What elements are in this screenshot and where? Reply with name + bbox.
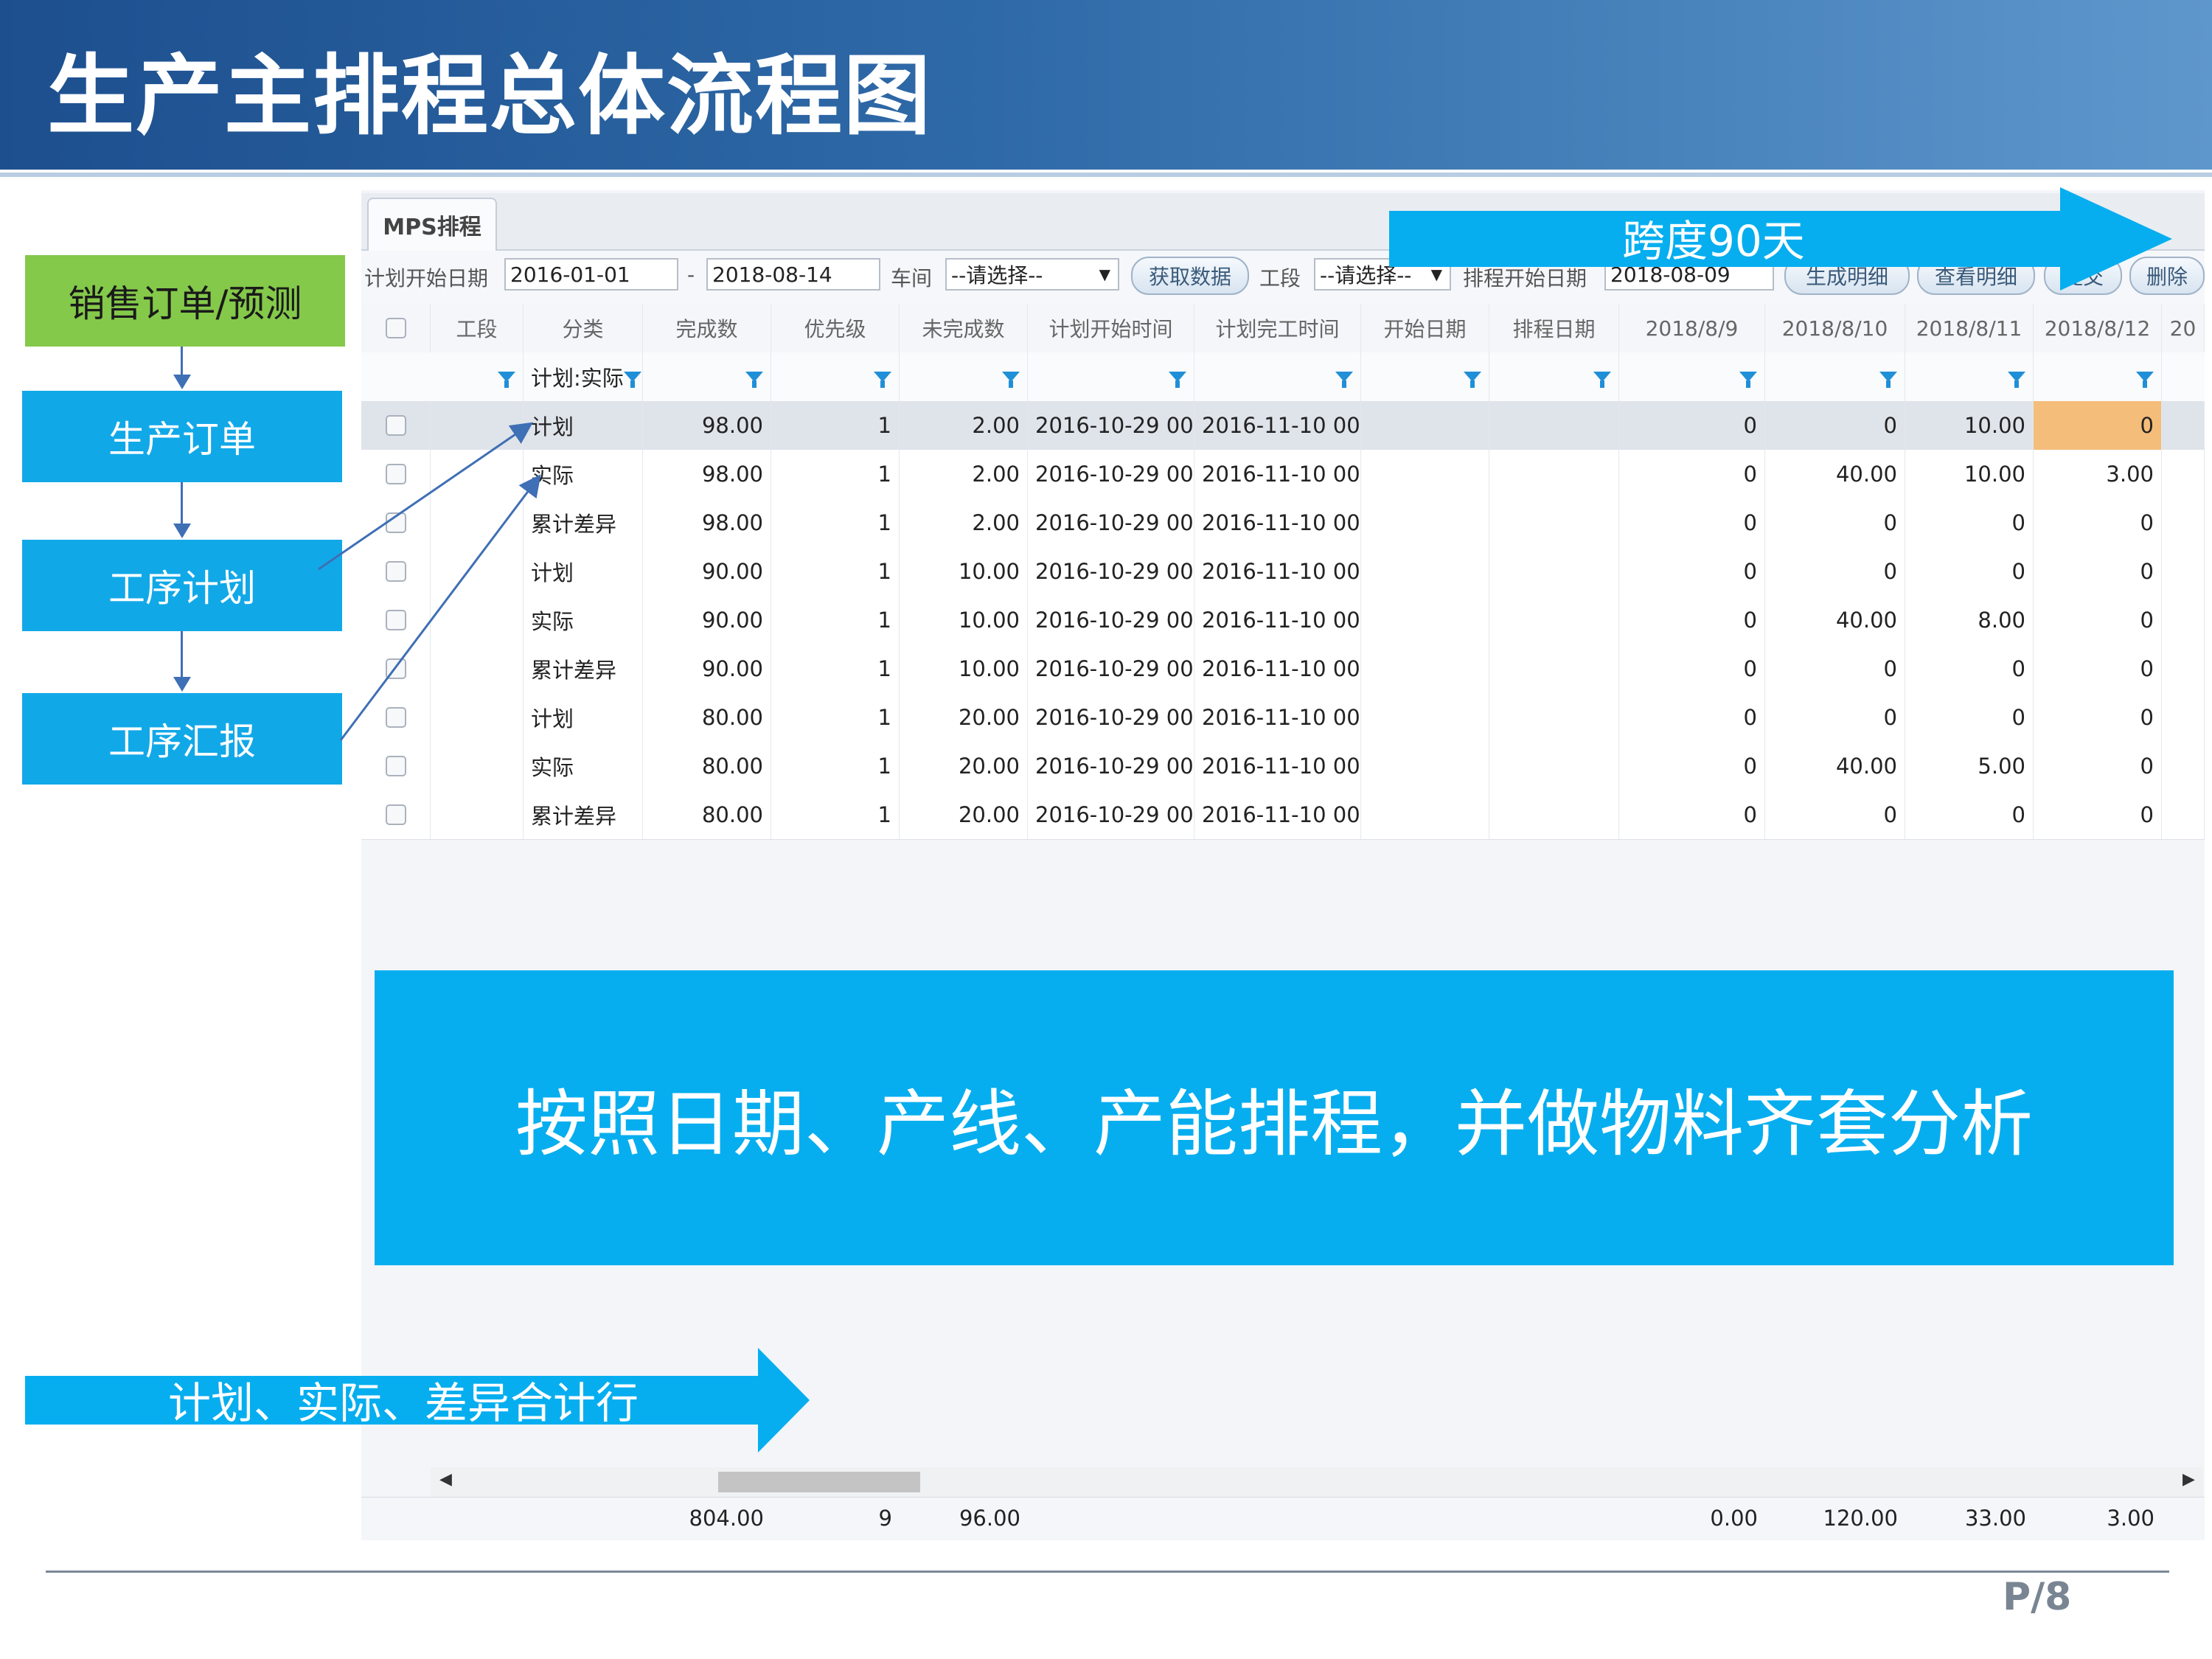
- total-done: 804.00: [689, 1506, 764, 1531]
- summary-banner: 按照日期、产线、产能排程，并做物料齐套分析: [375, 970, 2174, 1265]
- footer-divider: [46, 1571, 2169, 1573]
- horizontal-scrollbar[interactable]: [431, 1467, 2203, 1497]
- total-priority: 9: [878, 1506, 892, 1531]
- total-day-3: 33.00: [1964, 1506, 2026, 1531]
- total-day-4: 3.00: [2107, 1506, 2154, 1531]
- connector-actual-line: [339, 474, 541, 741]
- total-undone: 96.00: [959, 1506, 1020, 1531]
- scroll-right-icon[interactable]: ▶: [2183, 1470, 2195, 1489]
- scrollbar-thumb[interactable]: [718, 1472, 920, 1492]
- total-day-1: 0.00: [1710, 1506, 1758, 1531]
- page-number: P/8: [2003, 1575, 2072, 1619]
- connector-plan-line: [318, 422, 533, 571]
- merge-label: 计划、实际、差异合计行: [168, 1378, 639, 1428]
- scroll-left-icon[interactable]: ◀: [439, 1470, 452, 1489]
- total-day-2: 120.00: [1823, 1506, 1898, 1531]
